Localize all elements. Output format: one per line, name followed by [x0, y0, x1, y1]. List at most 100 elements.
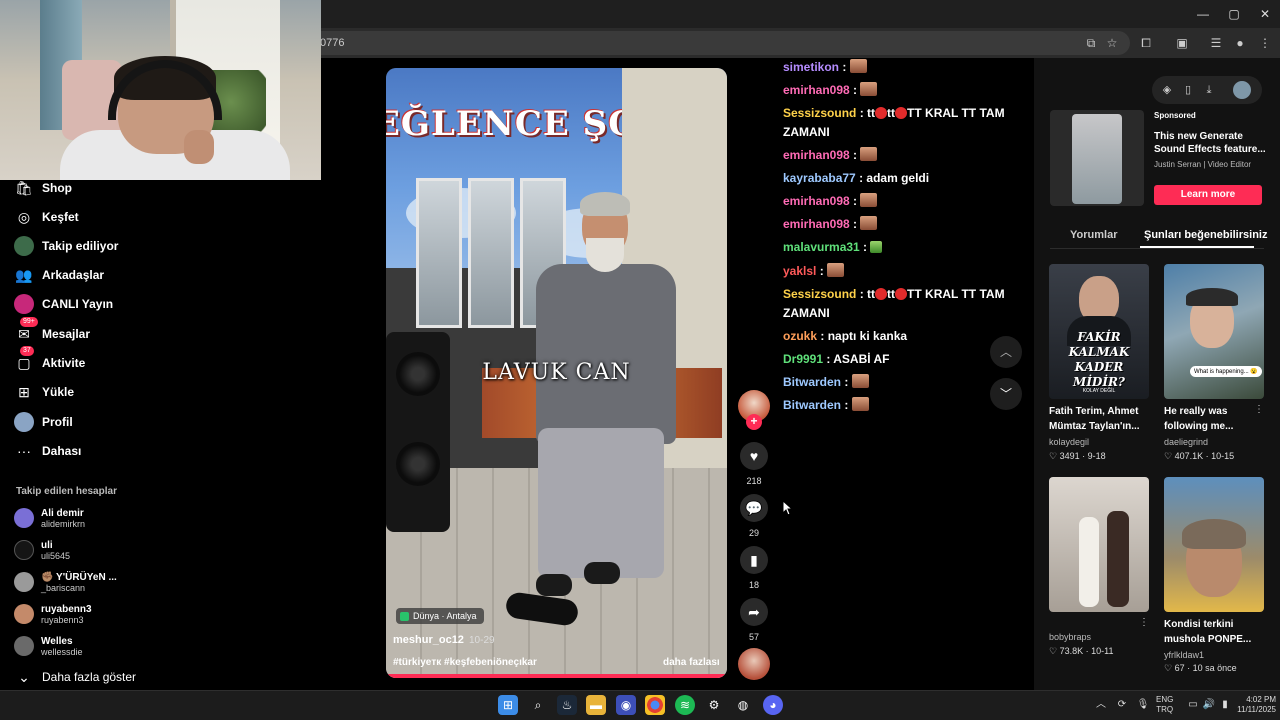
monitor-icon[interactable]: ▭	[1186, 698, 1200, 712]
app-icon[interactable]: ◉	[616, 695, 636, 715]
reading-list-icon[interactable]: ☰	[1206, 34, 1226, 52]
chat-message: emirhan098 :	[783, 215, 1028, 234]
user-avatar[interactable]	[1233, 81, 1251, 99]
comment-button[interactable]: 💬	[740, 494, 768, 522]
minimize-button[interactable]: —	[1188, 4, 1218, 24]
location-label: Dünya · Antalya	[413, 611, 477, 621]
card-thumbnail[interactable]: FAKİR KALMAK KADER MİDİR? KOLAY DEĞİL	[1049, 264, 1149, 399]
next-video-button[interactable]: ﹀	[990, 378, 1022, 410]
red-dot-icon	[875, 288, 888, 300]
tray-sync-icon[interactable]: ⟳	[1115, 698, 1129, 712]
sidebar-item-activity[interactable]: ▢ 37 Aktivite	[14, 346, 85, 374]
tab-you-may-like[interactable]: Şunları beğenebilirsiniz	[1144, 229, 1267, 241]
card-author[interactable]: daeliegrind	[1164, 437, 1208, 447]
save-button[interactable]: ▮	[740, 546, 768, 574]
microphone-icon[interactable]: 🎙	[1136, 698, 1150, 712]
start-windows-icon[interactable]: ⊞	[498, 695, 518, 715]
tray-chevron-up-icon[interactable]: ︿	[1094, 698, 1108, 712]
followed-account[interactable]: Ali demir alidemirkrn	[14, 504, 85, 532]
previous-video-button[interactable]: ︿	[990, 336, 1022, 368]
video-hashtags[interactable]: #türkiyeтк #keşfebeniöneçıkar	[393, 657, 537, 668]
split-view-icon[interactable]: ▣	[1172, 34, 1192, 52]
more-description-button[interactable]: daha fazlası	[663, 657, 720, 668]
card-options-icon[interactable]: ⋮	[1139, 617, 1149, 628]
address-bar[interactable]: 0776	[300, 31, 1130, 55]
tab-comments[interactable]: Yorumlar	[1070, 229, 1117, 241]
followed-account[interactable]: ruyabenn3 ruyabenn3	[14, 600, 92, 628]
volume-icon[interactable]: 🔊	[1202, 698, 1216, 712]
card-thumbnail[interactable]	[1164, 477, 1264, 612]
clock[interactable]: 4:02 PM 11/11/2025	[1232, 695, 1276, 715]
music-disc-avatar[interactable]	[738, 648, 770, 680]
followed-account[interactable]: uli uli5645	[14, 536, 70, 564]
video-person-beard	[586, 238, 624, 272]
sidebar-item-label: Arkadaşlar	[42, 268, 105, 282]
card-author[interactable]: yfrlkldaw1	[1164, 650, 1204, 660]
card-title[interactable]: Kondisi terkini mushola PONPE...	[1164, 617, 1268, 647]
obs-icon[interactable]: ◍	[733, 695, 753, 715]
chat-message: emirhan098 :	[783, 81, 1028, 100]
follow-plus-button[interactable]: +	[746, 414, 762, 430]
emote-face-icon	[860, 216, 878, 230]
share-button[interactable]: ➦	[740, 598, 768, 626]
location-tag[interactable]: Dünya · Antalya	[396, 608, 484, 624]
like-button[interactable]: ♥	[740, 442, 768, 470]
sponsored-thumbnail[interactable]	[1050, 110, 1144, 206]
phone-icon[interactable]: ▯	[1180, 82, 1196, 98]
comment-icon: 💬	[745, 499, 763, 516]
sidebar-item-label: CANLI Yayın	[42, 297, 114, 311]
video-player[interactable]: EĞLENCE ŞOV LAVUK CAN Dünya · Antalya me…	[386, 68, 727, 678]
card-meta: ♡ 67 · 10 sa önce	[1164, 663, 1237, 673]
video-author[interactable]: meshur_oc12	[393, 634, 464, 646]
sidebar-item-label: Dahası	[42, 444, 82, 458]
sidebar-item-upload[interactable]: ⊞ Yükle	[14, 381, 74, 403]
browser-profile-icon[interactable]: ●	[1230, 34, 1250, 52]
video-progress-bar[interactable]	[386, 674, 727, 678]
battery-icon[interactable]: ▮	[1218, 698, 1232, 712]
compass-icon[interactable]: ◈	[1159, 82, 1175, 98]
steam-icon[interactable]: ♨	[557, 695, 577, 715]
sidebar-item-messages[interactable]: ✉ 99+ Mesajlar	[14, 317, 90, 345]
chat-user: Sessizsound	[783, 287, 857, 301]
show-more-button[interactable]: ⌄ Daha fazla göster	[14, 666, 136, 688]
red-dot-icon	[895, 107, 908, 119]
sidebar-item-profile[interactable]: Profil	[14, 411, 73, 433]
settings-gear-icon[interactable]: ⚙	[704, 695, 724, 715]
screen-cast-icon[interactable]: ⧉	[1081, 34, 1101, 52]
file-explorer-icon[interactable]: ▬	[586, 695, 606, 715]
search-icon[interactable]: ⌕	[528, 695, 548, 715]
language-indicator[interactable]: ENG TRQ	[1156, 695, 1173, 715]
close-window-button[interactable]: ✕	[1250, 4, 1280, 24]
card-author[interactable]: kolaydegil	[1049, 437, 1089, 447]
card-title[interactable]: Fatih Terim, Ahmet Mümtaz Taylan'ın...	[1049, 404, 1153, 434]
learn-more-button[interactable]: Learn more	[1154, 185, 1262, 205]
maximize-button[interactable]: ▢	[1219, 4, 1249, 24]
sidebar-item-friends[interactable]: 👥 Arkadaşlar	[14, 264, 104, 286]
browser-menu-icon[interactable]: ⋮	[1255, 34, 1275, 52]
sidebar-item-shop[interactable]: 🛍 Shop	[14, 177, 72, 199]
sponsored-title[interactable]: This new Generate Sound Effects feature.…	[1154, 130, 1269, 156]
followed-account[interactable]: Welles wellessdie	[14, 632, 83, 660]
card-thumbnail[interactable]: What is happening... 😮	[1164, 264, 1264, 399]
card-title[interactable]: He really was following me...	[1164, 404, 1268, 434]
comment-count: 29	[748, 528, 759, 538]
card-author[interactable]: bobybraps	[1049, 632, 1091, 642]
spotify-icon[interactable]: ≋	[675, 695, 695, 715]
following-avatar-icon	[14, 236, 34, 256]
download-icon[interactable]: ⤓	[1201, 82, 1217, 98]
bookmark-star-icon[interactable]: ☆	[1102, 34, 1122, 52]
sidebar-item-following[interactable]: Takip ediliyor	[14, 235, 118, 257]
discord-icon[interactable]: ◕	[763, 695, 783, 715]
sidebar-item-explore[interactable]: ◎ Keşfet	[14, 206, 79, 228]
card-thumbnail[interactable]	[1049, 477, 1149, 612]
emote-green-icon	[870, 241, 883, 253]
chat-text: tt	[887, 287, 896, 301]
sidebar-item-more[interactable]: ··· Dahası	[14, 440, 81, 462]
chrome-icon[interactable]	[645, 695, 665, 715]
sidebar-item-live[interactable]: CANLI Yayın	[14, 293, 113, 315]
extensions-icon[interactable]: ⧠	[1136, 34, 1156, 52]
friends-icon: 👥	[15, 266, 33, 283]
thumb-cap	[1186, 288, 1238, 306]
location-icon	[400, 611, 409, 621]
followed-account[interactable]: ✊🏽 Y'ÜRÜYeN ... _bariscann	[14, 568, 117, 596]
